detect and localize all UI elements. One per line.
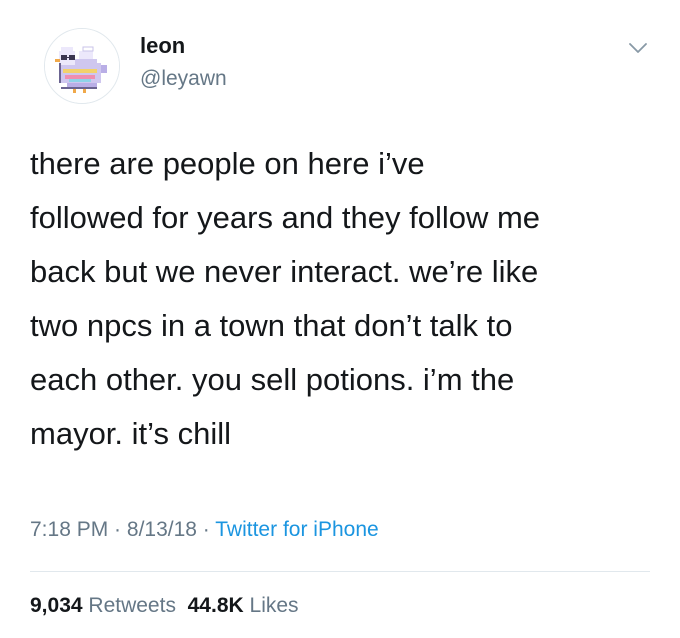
tweet-text: there are people on here i’ve followed f… [30, 137, 660, 461]
meta-separator: · [196, 518, 216, 541]
retweets-count: 9,034 [30, 594, 83, 617]
tweet-text-line: followed for years and they follow me [30, 200, 541, 235]
likes-stat[interactable]: 44.8K Likes [188, 594, 299, 617]
display-name[interactable]: leon [140, 33, 185, 59]
retweets-label: Retweets [88, 594, 176, 617]
tweet-text-line: there are people on here i’ve [30, 146, 425, 181]
tweet-text-line: back but we never interact. we’re like [30, 254, 539, 289]
tweet-metadata: 7:18 PM · 8/13/18 · Twitter for iPhone [30, 516, 379, 544]
divider [30, 571, 650, 572]
user-handle[interactable]: @leyawn [140, 66, 227, 92]
retweets-stat[interactable]: 9,034 Retweets [30, 594, 176, 617]
tweet-text-line: two npcs in a town that don’t talk to [30, 308, 513, 343]
tweet-source-link[interactable]: Twitter for iPhone [215, 518, 378, 541]
tweet-text-line: mayor. it’s chill [30, 416, 231, 451]
avatar[interactable] [44, 28, 120, 104]
pixel-bird-avatar-icon [45, 29, 119, 103]
likes-count: 44.8K [187, 594, 244, 617]
tweet-card: leon @leyawn there are people on here i’… [0, 0, 680, 638]
tweet-date[interactable]: 8/13/18 [127, 518, 197, 541]
chevron-down-icon [629, 43, 647, 53]
likes-label: Likes [249, 594, 299, 617]
tweet-menu-button[interactable] [626, 36, 650, 60]
tweet-text-line: each other. you sell potions. i’m the [30, 362, 515, 397]
meta-separator: · [108, 518, 127, 541]
tweet-stats: 9,034 Retweets 44.8K Likes [30, 592, 299, 620]
tweet-time[interactable]: 7:18 PM [30, 518, 108, 541]
